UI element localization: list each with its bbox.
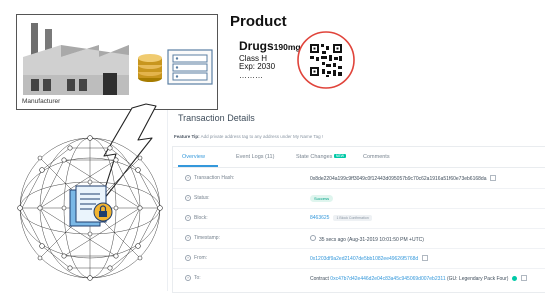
active-tab-indicator (178, 165, 218, 167)
page-title: Transaction Details (178, 113, 255, 123)
to-prefix: Contract (310, 276, 331, 282)
tab-state-changes-label: State Changes (296, 154, 333, 160)
server-icon (167, 49, 213, 85)
label-to: To: (194, 275, 201, 281)
copy-icon[interactable] (521, 275, 528, 281)
status-badge: Success (310, 195, 334, 202)
new-badge: NEW (333, 154, 347, 158)
verified-icon (512, 276, 518, 281)
label-block: Block: (194, 215, 208, 221)
tab-event-logs[interactable]: Event Logs (11) (236, 154, 274, 160)
transaction-details-panel: Transaction Details Feature Tip: Add pri… (167, 110, 545, 293)
qr-code-icon (297, 31, 355, 89)
help-icon: ? (185, 255, 191, 261)
help-icon: ? (185, 275, 191, 281)
to-contract-link[interactable]: 0xc47b7d42e446d2e04c83a45c945069d007eb23… (330, 276, 445, 282)
product-title: Product (230, 13, 287, 30)
row-transaction-hash: ? Transaction Hash: 0x8de2204a199c9ff3049… (173, 169, 545, 189)
transaction-hash-text: 0x8de2204a199c9ff3049c0f12443d095057b9c7… (310, 176, 487, 182)
transaction-hash-value: 0x8de2204a199c9ff3049c0f12443d095057b9c7… (310, 175, 497, 182)
smart-contract-icon (69, 185, 113, 227)
coin-stack-icon (138, 54, 162, 82)
from-address-link[interactable]: 0x1203df9a2ed21407de5bb1082ee49626f5768d (310, 256, 418, 262)
drug-name: Drugs (239, 39, 274, 53)
block-link[interactable]: 8463625 (310, 215, 329, 221)
row-status: ? Status: Success (173, 189, 545, 209)
label-from: From: (194, 255, 208, 261)
label-transaction-hash: Transaction Hash: (194, 175, 235, 181)
manufacturer-label: Manufacturer (22, 98, 61, 105)
tab-comments[interactable]: Comments (363, 154, 390, 160)
help-icon: ? (185, 175, 191, 181)
tab-bar: Overview Event Logs (11) State Changes N… (173, 147, 545, 168)
feature-tip-label: Feature Tip: (174, 134, 200, 139)
help-icon: ? (185, 235, 191, 241)
feature-tip-text: Add private address tag to any address u… (199, 134, 324, 139)
blockchain-network-globe (17, 135, 163, 281)
drug-info: Drugs190mg Class H Exp: 2030 ……… (239, 37, 301, 81)
drug-more: ……… (239, 71, 263, 81)
feature-tip: Feature Tip: Add private address tag to … (174, 134, 323, 139)
to-contract-name: (GU: Legendary Pack Four) (445, 276, 509, 282)
row-timestamp: ? Timestamp: 35 secs ago (Aug-31-2019 10:… (173, 229, 545, 249)
tab-overview[interactable]: Overview (182, 154, 205, 160)
block-confirmation-badge: 1 Block Confirmation (333, 215, 372, 221)
copy-icon[interactable] (490, 175, 497, 181)
help-icon: ? (185, 195, 191, 201)
help-icon: ? (185, 215, 191, 221)
timestamp-value: 35 secs ago (Aug-31-2019 10:01:50 PM +UT… (319, 237, 424, 243)
row-from: ? From: 0x1203df9a2ed21407de5bb1082ee4962… (173, 249, 545, 269)
label-status: Status: (194, 195, 210, 201)
clock-icon (310, 235, 316, 241)
row-block: ? Block: 8463625 1 Block Confirmation (173, 209, 545, 229)
tab-state-changes[interactable]: State Changes NEW (296, 154, 347, 160)
manufacturer-box: Manufacturer (16, 14, 218, 110)
label-timestamp: Timestamp: (194, 235, 220, 241)
copy-icon[interactable] (422, 255, 429, 261)
row-to: ? To: Contract 0xc47b7d42e446d2e04c83a45c… (173, 269, 545, 288)
transaction-card: Overview Event Logs (11) State Changes N… (172, 146, 545, 293)
